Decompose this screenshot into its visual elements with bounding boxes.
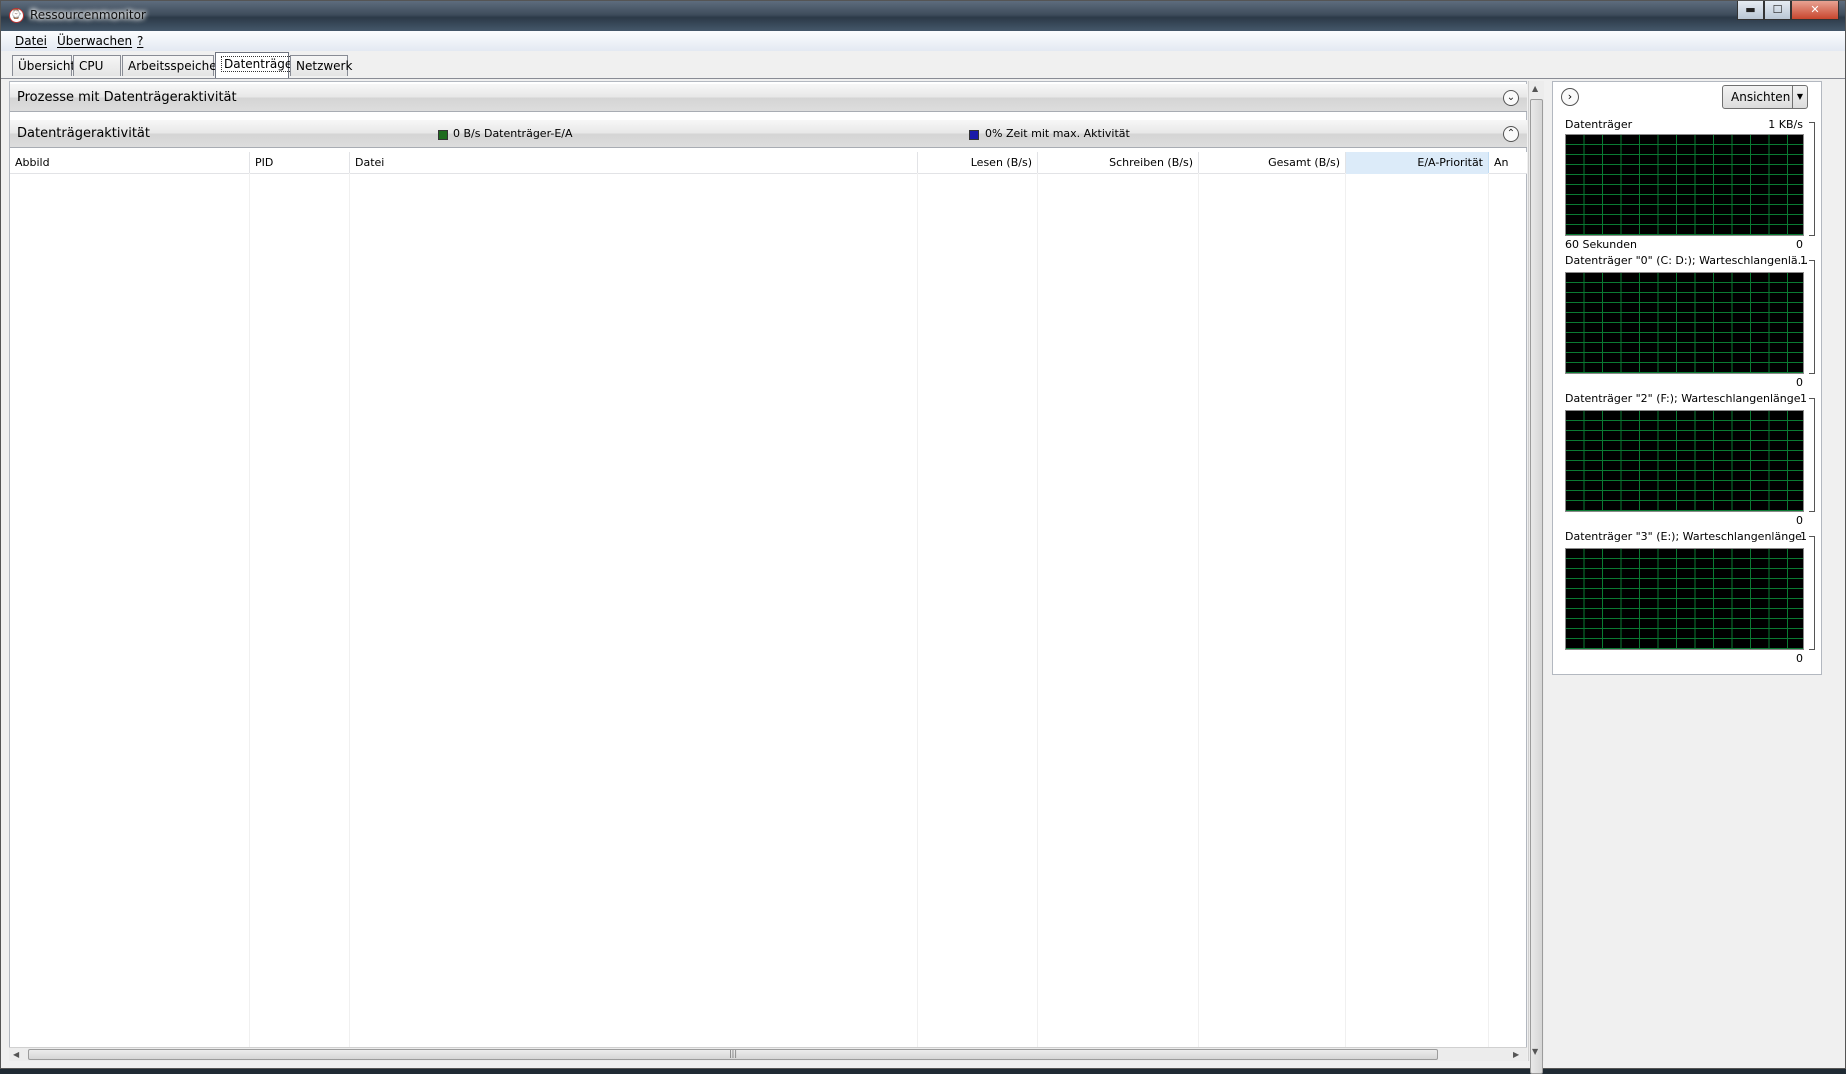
disk-graph (1565, 410, 1804, 512)
tab-overview[interactable]: Übersicht (12, 55, 75, 76)
processes-section-header[interactable]: Prozesse mit Datenträgeraktivität ⌄ (10, 84, 1527, 112)
processes-section-title: Prozesse mit Datenträgeraktivität (17, 90, 237, 105)
graph-scale-bracket (1809, 398, 1815, 512)
chevron-right-icon[interactable]: › (1561, 88, 1579, 106)
dropdown-arrow-icon[interactable]: ▼ (1792, 86, 1807, 108)
resource-monitor-window: ⌚ Ressourcenmonitor ▬ ☐ ✕ Datei Überwach… (0, 0, 1846, 1074)
main-panel: Prozesse mit Datenträgeraktivität ⌄ Date… (9, 81, 1527, 1061)
graph-min-label: 0 (1796, 238, 1803, 251)
graph-scale-bracket (1809, 536, 1815, 650)
graph-max-label: 1 (1800, 530, 1807, 543)
vertical-scroll-thumb[interactable] (1530, 99, 1543, 1074)
graph-min-label: 0 (1796, 514, 1803, 527)
horizontal-scroll-thumb[interactable]: ||| (28, 1049, 1438, 1060)
column-pid[interactable]: PID (250, 152, 350, 174)
graph-max-label: 1 (1800, 392, 1807, 405)
window-controls: ▬ ☐ ✕ (1737, 1, 1839, 21)
menu-help[interactable]: ? (137, 34, 143, 48)
horizontal-scrollbar[interactable]: ◀ ||| ▶ (9, 1047, 1527, 1061)
tab-network[interactable]: Netzwerk (290, 55, 352, 76)
views-button[interactable]: Ansichten ▼ (1722, 85, 1808, 109)
menu-bar: Datei Überwachen ? (1, 31, 1845, 52)
column-image[interactable]: Abbild (10, 152, 250, 174)
scroll-left-icon[interactable]: ◀ (13, 1050, 19, 1059)
graph-panel: › Ansichten ▼ Datenträger 1 KB/s 60 Seku… (1552, 81, 1822, 675)
expand-section-icon[interactable]: ⌄ (1503, 90, 1519, 106)
graph-title: Datenträger "2" (F:); Warteschlangenläng… (1565, 392, 1801, 405)
column-divider (917, 173, 918, 1051)
graph-scale-bracket (1809, 122, 1815, 236)
column-response-time[interactable]: An (1489, 152, 1527, 174)
views-button-label: Ansichten (1731, 90, 1791, 104)
tab-disk[interactable]: Datenträger (215, 52, 301, 78)
vertical-scrollbar[interactable]: ▲ ▼ (1528, 81, 1544, 1074)
disk-graph (1565, 272, 1804, 374)
column-read[interactable]: Lesen (B/s) (918, 152, 1038, 174)
scroll-up-icon[interactable]: ▲ (1532, 84, 1538, 93)
column-file[interactable]: Datei (350, 152, 918, 174)
minimize-button[interactable]: ▬ (1737, 1, 1764, 20)
graph-title: Datenträger "3" (E:); Warteschlangenläng… (1565, 530, 1802, 543)
column-divider (349, 173, 350, 1051)
graph-min-label: 0 (1796, 652, 1803, 665)
active-time-legend: 0% Zeit mit max. Aktivität (985, 127, 1130, 140)
active-time-legend-swatch (969, 130, 979, 140)
scroll-right-icon[interactable]: ▶ (1513, 1050, 1519, 1059)
window-title: Ressourcenmonitor (30, 8, 146, 22)
menu-monitor[interactable]: Überwachen (57, 34, 132, 48)
disk-activity-section-header[interactable]: Datenträgeraktivität 0 B/s Datenträger-E… (10, 120, 1527, 148)
close-button[interactable]: ✕ (1791, 1, 1839, 20)
column-divider (1198, 173, 1199, 1051)
column-write[interactable]: Schreiben (B/s) (1038, 152, 1199, 174)
tab-strip: Übersicht CPU Arbeitsspeicher Datenträge… (1, 51, 1845, 79)
disk-graph (1565, 134, 1804, 236)
graph-scale-bracket (1809, 260, 1815, 374)
collapse-section-icon[interactable]: ⌃ (1503, 126, 1519, 142)
panel-splitter[interactable] (1544, 81, 1552, 1061)
disk-activity-section-title: Datenträgeraktivität (17, 126, 150, 141)
disk-graph (1565, 548, 1804, 650)
title-bar: ⌚ Ressourcenmonitor ▬ ☐ ✕ (1, 1, 1845, 31)
graph-title: Datenträger "0" (C: D:); Warteschlangenl… (1565, 254, 1809, 267)
graph-max-label: 1 (1800, 254, 1807, 267)
graph-title: Datenträger (1565, 118, 1633, 131)
graph-time-label: 60 Sekunden (1565, 238, 1637, 251)
maximize-button[interactable]: ☐ (1764, 1, 1791, 20)
tab-memory[interactable]: Arbeitsspeicher (122, 55, 222, 76)
tab-disk-label: Datenträger (221, 56, 301, 72)
menu-file[interactable]: Datei (15, 34, 47, 48)
tab-cpu[interactable]: CPU (73, 55, 121, 76)
graph-max-label: 1 KB/s (1768, 118, 1803, 131)
graph-min-label: 0 (1796, 376, 1803, 389)
column-divider (1345, 173, 1346, 1051)
disk-io-legend-swatch (438, 130, 448, 140)
column-divider (249, 173, 250, 1051)
scroll-down-icon[interactable]: ▼ (1532, 1047, 1538, 1056)
column-divider (1488, 173, 1489, 1051)
column-divider (1037, 173, 1038, 1051)
column-io-priority[interactable]: E/A-Priorität (1346, 152, 1489, 174)
column-total[interactable]: Gesamt (B/s) (1199, 152, 1346, 174)
disk-io-legend: 0 B/s Datenträger-E/A (453, 127, 573, 140)
resource-monitor-icon: ⌚ (9, 8, 24, 23)
table-header: Abbild PID Datei Lesen (B/s) Schreiben (… (10, 152, 1527, 174)
